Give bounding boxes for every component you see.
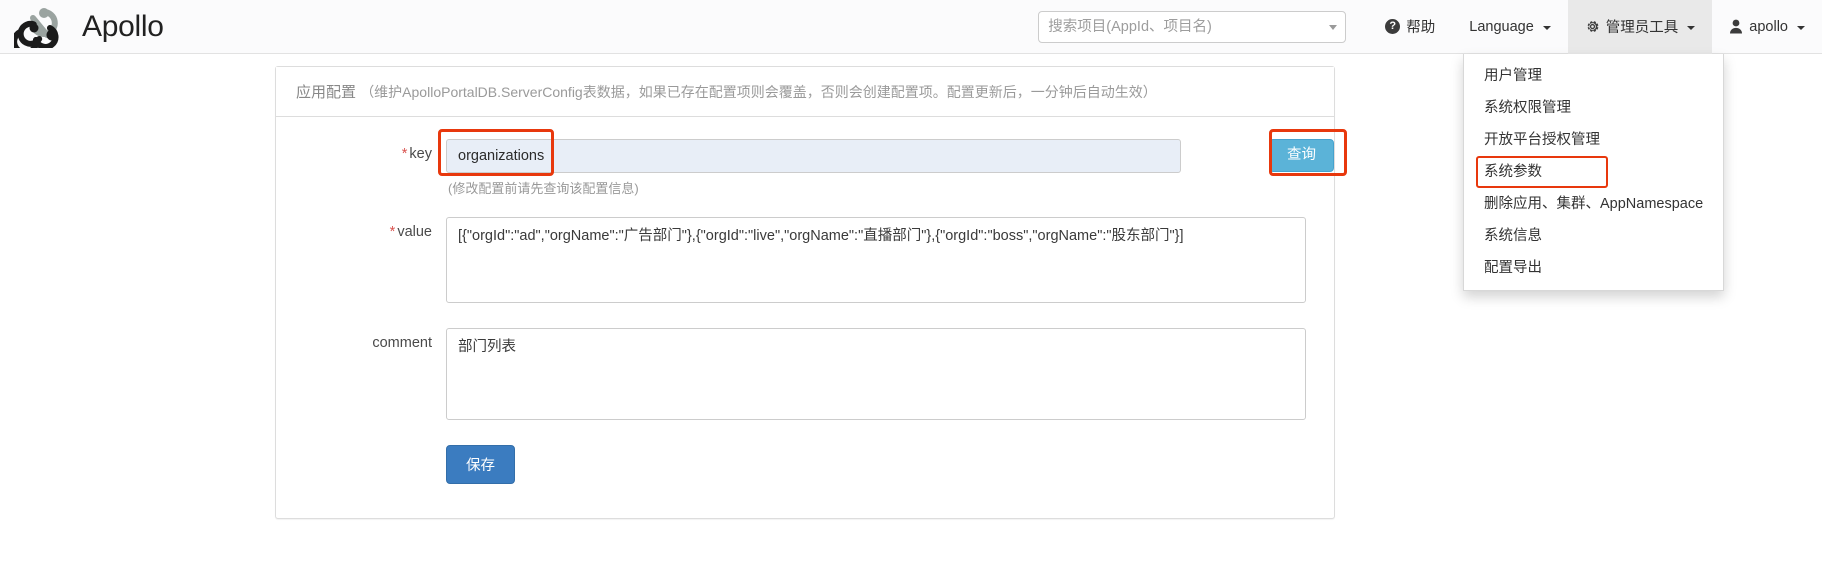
query-button[interactable]: 查询 (1269, 139, 1334, 173)
panel-heading: 应用配置 （维护ApolloPortalDB.ServerConfig表数据，如… (276, 67, 1334, 117)
apollo-logo-icon (14, 7, 59, 48)
comment-label: comment (372, 335, 432, 351)
navbar-right-group: ? 帮助 Language 管理员工具 apollo (1038, 0, 1822, 54)
nav-admin-tools-label: 管理员工具 (1605, 20, 1679, 36)
nav-user-label: apollo (1749, 18, 1788, 35)
nav-user[interactable]: apollo (1712, 0, 1822, 54)
save-button[interactable]: 保存 (446, 445, 515, 484)
menu-item-open-platform-auth[interactable]: 开放平台授权管理 (1464, 124, 1723, 156)
value-label: * value (276, 217, 446, 240)
admin-tools-dropdown: 用户管理 系统权限管理 开放平台授权管理 系统参数 删除应用、集群、AppNam… (1463, 54, 1724, 291)
project-search[interactable] (1038, 10, 1347, 43)
key-field-group: (修改配置前请先查询该配置信息) (438, 129, 1247, 197)
key-input[interactable] (446, 139, 1181, 173)
brand-logo-link[interactable]: Apollo (0, 0, 164, 53)
form-row-save: 保存 (276, 445, 1334, 484)
save-row-spacer (276, 445, 446, 484)
form-row-key: *key (修改配置前请先查询该配置信息) 查询 (276, 129, 1347, 197)
query-button-group: 查询 (1269, 129, 1347, 176)
menu-item-system-info[interactable]: 系统信息 (1464, 220, 1723, 252)
required-mark: * (389, 224, 396, 240)
value-label-text: value (397, 224, 432, 240)
panel-body: *key (修改配置前请先查询该配置信息) 查询 *value (276, 117, 1347, 518)
panel-title: 应用配置 (296, 84, 357, 101)
panel-subtitle: （维护ApolloPortalDB.ServerConfig表数据，如果已存在配… (360, 84, 1157, 100)
key-label: * key (276, 139, 446, 162)
menu-item-user-management[interactable]: 用户管理 (1464, 60, 1723, 92)
question-circle-icon: ? (1385, 19, 1401, 34)
app-config-panel: 应用配置 （维护ApolloPortalDB.ServerConfig表数据，如… (275, 66, 1347, 519)
key-helper-text: (修改配置前请先查询该配置信息) (448, 181, 639, 196)
nav-language[interactable]: Language (1452, 0, 1568, 54)
key-label-text: key (409, 146, 432, 162)
top-navbar: Apollo ? 帮助 Language 管理员工具 (0, 0, 1822, 291)
caret-down-icon (1542, 25, 1551, 30)
gear-icon (1587, 21, 1599, 32)
caret-down-icon (1687, 25, 1696, 30)
search-input[interactable] (1038, 10, 1347, 43)
comment-field-group (446, 328, 1334, 425)
menu-item-system-parameters[interactable]: 系统参数 (1464, 156, 1723, 188)
menu-item-config-export[interactable]: 配置导出 (1464, 252, 1723, 284)
form-row-value: * value (276, 217, 1334, 308)
user-icon (1730, 19, 1743, 34)
value-field-group (446, 217, 1334, 308)
nav-language-label: Language (1469, 18, 1534, 35)
menu-item-system-permissions[interactable]: 系统权限管理 (1464, 92, 1723, 124)
form-row-comment: comment (276, 328, 1334, 425)
menu-item-delete-app-cluster[interactable]: 删除应用、集群、AppNamespace (1464, 188, 1723, 220)
comment-textarea[interactable] (446, 328, 1306, 420)
value-textarea[interactable] (446, 217, 1306, 303)
nav-help-label: 帮助 (1406, 20, 1436, 36)
caret-down-icon (1797, 25, 1805, 30)
nav-admin-tools[interactable]: 管理员工具 (1567, 0, 1713, 54)
brand-name: Apollo (82, 9, 164, 43)
nav-help[interactable]: ? 帮助 (1368, 0, 1452, 54)
required-mark: * (401, 146, 408, 162)
